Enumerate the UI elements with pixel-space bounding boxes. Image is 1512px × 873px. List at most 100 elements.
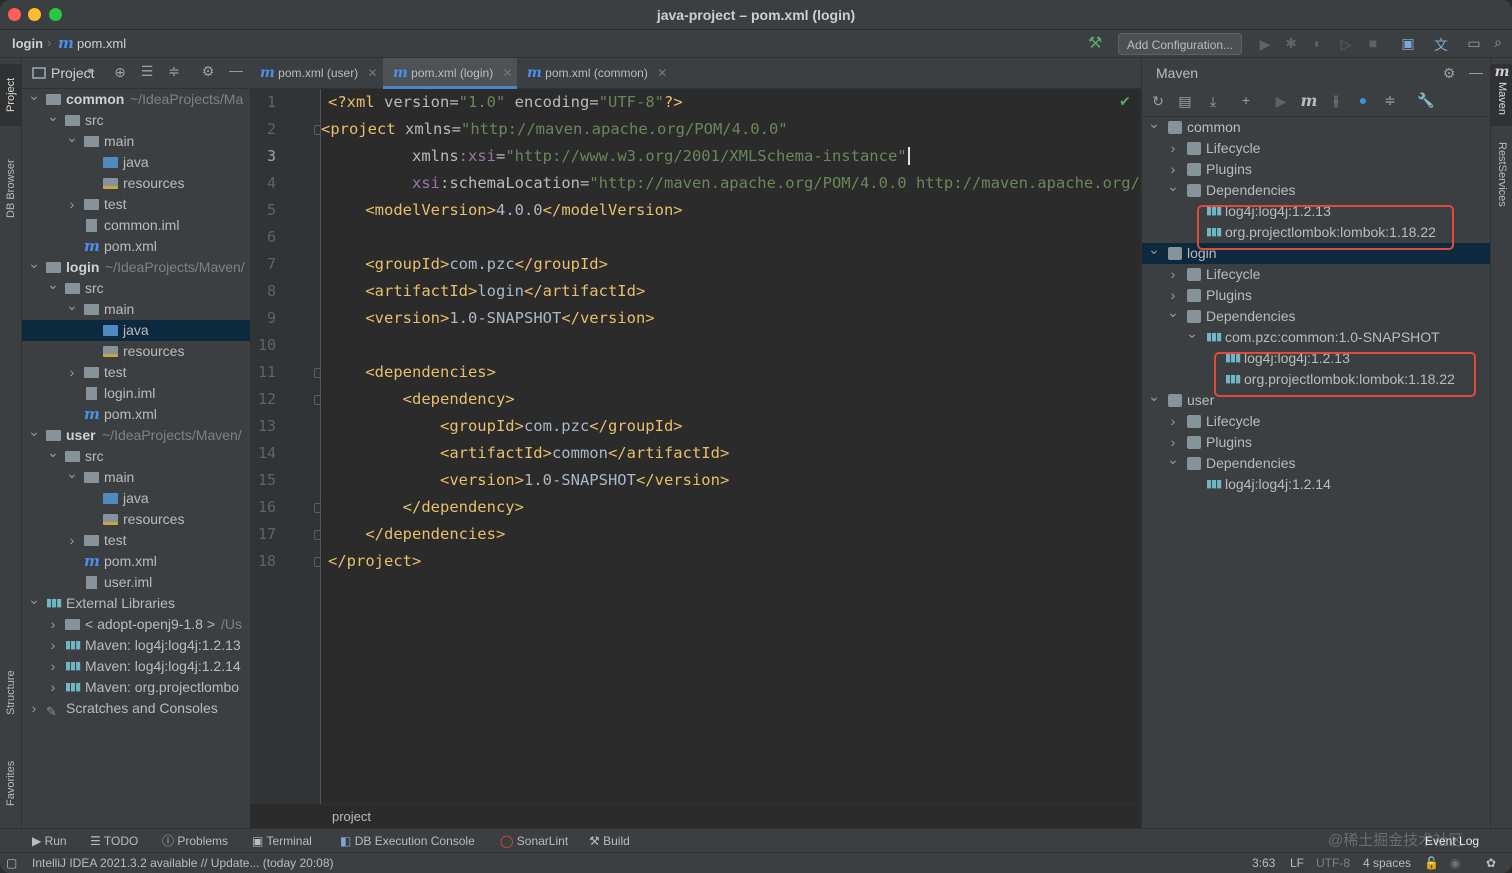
project-tree-row[interactable]: ⌄ src [22,446,250,467]
code-editor[interactable]: ✔ <?xml version="1.0" encoding="UTF-8"?>… [321,89,1141,804]
maven-tree-row[interactable]: ⌄ Dependencies [1142,451,1491,474]
tab-rest-services[interactable]: RestServices [1491,142,1512,232]
editor-breadcrumb[interactable]: project [321,804,1141,828]
project-tree-row[interactable]: java [22,320,250,341]
translate-icon[interactable]: 文 [1431,35,1451,55]
chevron-down-icon[interactable]: ⌄ [47,446,59,463]
inspection-icon[interactable]: ◉ [1450,853,1460,873]
project-tree-row[interactable]: ⌄ ▮▮▮ External Libraries [22,593,250,614]
add-icon[interactable]: + [1236,92,1256,108]
chevron-down-icon[interactable]: ⌄ [66,467,78,484]
stop-icon[interactable]: ■ [1363,35,1383,51]
update-message[interactable]: IntelliJ IDEA 2021.3.2 available // Upda… [32,853,334,873]
tool-problems[interactable]: ⓘ Problems [162,829,228,853]
project-tree-row[interactable]: java [22,488,250,509]
maven-tree-row[interactable]: › Lifecycle [1142,264,1491,285]
lock-icon[interactable]: 🔓 [1424,853,1439,873]
project-tree-row[interactable]: resources [22,509,250,530]
search-icon[interactable]: ⌕ [1488,34,1508,51]
project-structure-icon[interactable]: ▣ [1398,35,1418,52]
chevron-down-icon[interactable]: ⌄ [28,593,40,610]
project-tree-row[interactable]: ⌄ common ~/IdeaProjects/Ma [22,89,250,110]
project-tree-row[interactable]: m pom.xml [22,551,250,572]
chevron-down-icon[interactable]: ⌄ [1167,449,1179,470]
tab-pom-login[interactable]: m pom.xml (login) ✕ [383,58,517,89]
gear-icon[interactable]: ⚙ [198,63,218,80]
chevron-down-icon[interactable]: ⌄ [1186,323,1198,344]
skip-tests-icon[interactable]: ● [1353,92,1373,108]
project-tree-row[interactable]: m pom.xml [22,404,250,425]
collapse-all-icon[interactable]: ≑ [164,63,184,80]
tab-pom-common[interactable]: m pom.xml (common) ✕ [517,58,672,89]
close-icon[interactable]: ✕ [657,66,667,80]
generate-sources-icon[interactable]: ▤ [1175,93,1195,110]
tab-favorites[interactable]: Favorites [0,748,22,818]
maven-tree-row[interactable]: › Plugins [1142,159,1491,180]
chevron-down-icon[interactable]: ⌄ [47,110,59,127]
toggle-offline-icon[interactable]: ⫲ [1326,92,1346,109]
locate-icon[interactable]: ⊕ [110,64,130,81]
chevron-right-icon[interactable]: › [1167,264,1179,285]
tab-pom-user[interactable]: m pom.xml (user) ✕ [250,58,383,89]
wrench-icon[interactable]: 🔧 [1416,92,1436,109]
chevron-down-icon[interactable]: ⌄ [1148,386,1160,407]
project-tree-row[interactable]: › test [22,362,250,383]
breadcrumb-file[interactable]: pom.xml [77,36,126,51]
project-tree-row[interactable]: › test [22,530,250,551]
project-tree-row[interactable]: m pom.xml [22,236,250,257]
line-separator[interactable]: LF [1290,853,1304,873]
chevron-down-icon[interactable]: ⌄ [28,257,40,274]
debug-icon[interactable]: ✱ [1281,35,1301,52]
chevron-down-icon[interactable]: ⌄ [66,131,78,148]
run-icon[interactable]: ▶ [1255,36,1275,53]
project-tree-row[interactable]: resources [22,341,250,362]
project-tree-row[interactable]: › ▮▮▮ Maven: log4j:log4j:1.2.14 [22,656,250,677]
maven-tree-row[interactable]: ▮▮▮ log4j:log4j:1.2.14 [1142,474,1491,495]
chevron-right-icon[interactable]: › [47,656,59,677]
maven-tree-row[interactable]: ⌄ ▮▮▮ com.pzc:common:1.0-SNAPSHOT [1142,325,1491,348]
tool-todo[interactable]: ☰ TODO [90,829,138,853]
chevron-down-icon[interactable]: ⌄ [1167,176,1179,197]
download-icon[interactable]: ⤓ [1203,93,1223,110]
chevron-down-icon[interactable]: ⌄ [1148,239,1160,260]
chevron-right-icon[interactable]: › [28,698,40,719]
close-icon[interactable]: ✕ [503,66,513,80]
project-tree-row[interactable]: › ▮▮▮ Maven: log4j:log4j:1.2.13 [22,635,250,656]
project-tree-row[interactable]: ⌄ user ~/IdeaProjects/Maven/ [22,425,250,446]
maven-tree-row[interactable]: ⌄ Dependencies [1142,178,1491,201]
tool-sonarlint[interactable]: ◯ SonarLint [500,829,568,853]
chevron-down-icon[interactable]: ⌄ [47,278,59,295]
project-tree-row[interactable]: › < adopt-openj9-1.8 > /Us [22,614,250,635]
maven-tree-row[interactable]: › Plugins [1142,432,1491,453]
chevron-down-icon[interactable]: ▼ [86,66,95,76]
reload-icon[interactable]: ↻ [1148,93,1168,110]
chevron-right-icon[interactable]: › [1167,138,1179,159]
maven-tree-row[interactable]: › Plugins [1142,285,1491,306]
tab-db-browser[interactable]: DB Browser [0,146,22,232]
profile-icon[interactable]: ▷ [1336,36,1356,53]
chevron-down-icon[interactable]: ⌄ [28,89,40,106]
project-tree-row[interactable]: ⌄ main [22,299,250,320]
tab-project[interactable]: Project [0,64,22,126]
caret-position[interactable]: 3:63 [1252,853,1275,873]
chevron-right-icon[interactable]: › [66,194,78,215]
chevron-down-icon[interactable]: ⌄ [1167,302,1179,323]
maven-tree-row[interactable]: ⌄ common [1142,115,1491,138]
project-tree-row[interactable]: resources [22,173,250,194]
execute-goal-icon[interactable]: m [1299,91,1319,110]
tool-event-log[interactable]: Event Log [1425,829,1479,853]
maven-tree-row[interactable]: › Lifecycle [1142,411,1491,432]
chevron-down-icon[interactable]: ⌄ [1148,113,1160,134]
tool-run[interactable]: ▶ Run [32,829,67,853]
project-tree-row[interactable]: ⌄ src [22,278,250,299]
expand-all-icon[interactable]: ☰ [137,63,157,80]
project-tree-row[interactable]: java [22,152,250,173]
chevron-right-icon[interactable]: › [66,362,78,383]
chevron-right-icon[interactable]: › [1167,411,1179,432]
coverage-icon[interactable]: ◐ [1308,35,1328,51]
layout-icon[interactable]: ▢ [6,853,17,873]
maven-tree-row[interactable]: › Lifecycle [1142,138,1491,159]
project-tree-row[interactable]: login.iml [22,383,250,404]
hide-panel-icon[interactable]: — [226,62,246,78]
project-tree-row[interactable]: user.iml [22,572,250,593]
